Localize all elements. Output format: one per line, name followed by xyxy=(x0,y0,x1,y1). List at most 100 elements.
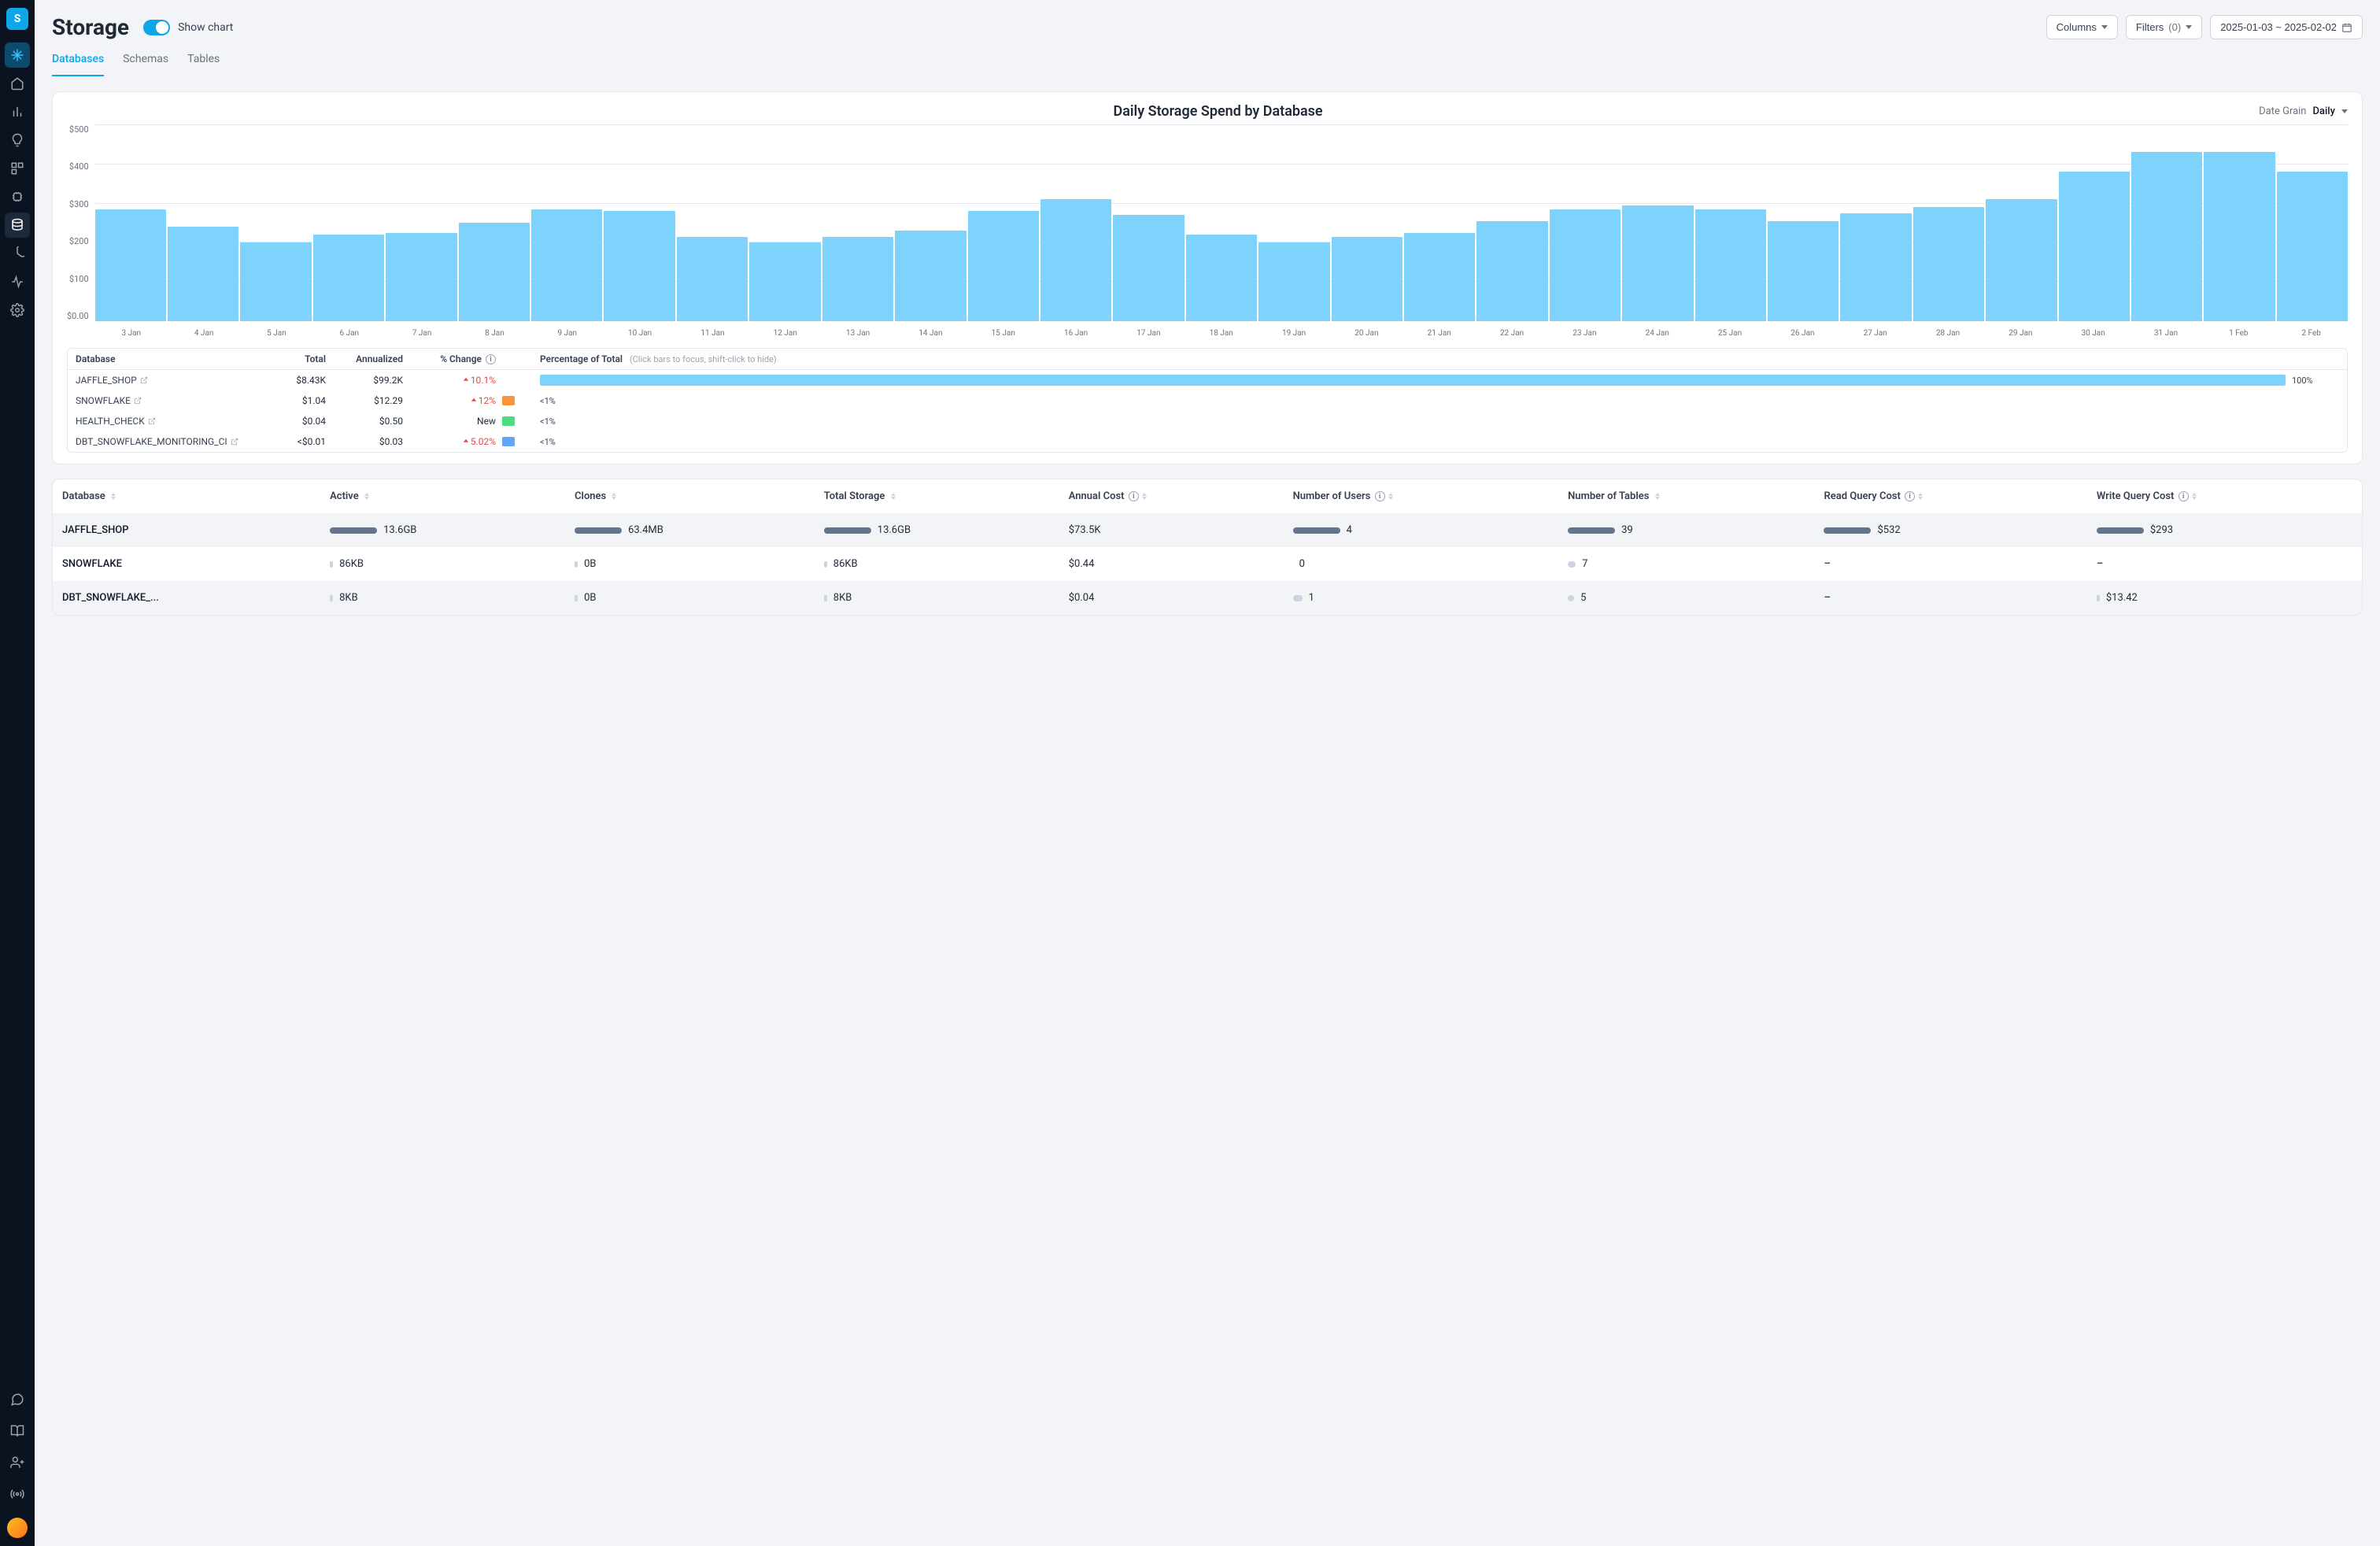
x-tick: 3 Jan xyxy=(95,324,168,345)
table-row[interactable]: DBT_SNOWFLAKE_... 8KB 0B 8KB $0.04 1 5 –… xyxy=(53,581,2362,615)
table-header[interactable]: Write Query Cost i xyxy=(2087,479,2362,513)
chart-bar[interactable] xyxy=(1476,221,1547,322)
chart-bar[interactable] xyxy=(895,231,966,321)
user-avatar[interactable] xyxy=(7,1518,28,1538)
tab-databases[interactable]: Databases xyxy=(52,46,104,76)
info-icon[interactable]: i xyxy=(1905,491,1915,501)
chart-bar[interactable] xyxy=(1332,237,1402,322)
chart-bar[interactable] xyxy=(2131,152,2202,321)
y-tick: $200 xyxy=(69,236,89,246)
nav-activity-icon[interactable] xyxy=(5,269,30,294)
chart-bar[interactable] xyxy=(604,211,674,321)
chart-bar[interactable] xyxy=(822,237,893,322)
nav-home-icon[interactable] xyxy=(5,71,30,96)
show-chart-toggle[interactable] xyxy=(143,20,170,35)
x-tick: 2 Feb xyxy=(2275,324,2347,345)
chart-card: Daily Storage Spend by Database Date Gra… xyxy=(52,91,2363,464)
date-range-text: 2025-01-03 ~ 2025-02-02 xyxy=(2220,21,2337,33)
legend-row[interactable]: HEALTH_CHECK $0.04 $0.50 New <1% xyxy=(68,411,2347,431)
y-tick: $300 xyxy=(69,199,89,209)
legend-row[interactable]: JAFFLE_SHOP $8.43K $99.2K 10.1% 100% xyxy=(68,370,2347,390)
table-header[interactable]: Number of Users i xyxy=(1284,479,1559,513)
tab-tables[interactable]: Tables xyxy=(187,46,220,76)
x-tick: 11 Jan xyxy=(676,324,748,345)
chart-bar[interactable] xyxy=(1840,213,1911,322)
x-tick: 12 Jan xyxy=(749,324,822,345)
info-icon[interactable]: i xyxy=(1375,491,1385,501)
date-range-button[interactable]: 2025-01-03 ~ 2025-02-02 xyxy=(2210,15,2363,39)
x-tick: 18 Jan xyxy=(1185,324,1258,345)
nav-book-icon[interactable] xyxy=(5,1418,30,1444)
sort-icon xyxy=(1142,493,1147,500)
chart-bar[interactable] xyxy=(1622,205,1693,322)
chart-bar[interactable] xyxy=(1404,233,1475,322)
nav-chip-icon[interactable] xyxy=(5,184,30,209)
chevron-down-icon xyxy=(2101,25,2108,29)
table-header[interactable]: Read Query Cost i xyxy=(1814,479,2086,513)
table-header[interactable]: Database xyxy=(53,479,320,513)
x-tick: 13 Jan xyxy=(822,324,894,345)
nav-settings-icon[interactable] xyxy=(5,298,30,323)
info-icon[interactable]: i xyxy=(486,354,496,364)
chart-bar[interactable] xyxy=(1113,215,1184,321)
chart-bar[interactable] xyxy=(1986,199,2057,321)
x-tick: 10 Jan xyxy=(604,324,676,345)
filters-button[interactable]: Filters (0) xyxy=(2126,15,2202,39)
chart-bar[interactable] xyxy=(749,242,820,321)
chart-bar[interactable] xyxy=(968,211,1039,321)
table-row[interactable]: JAFFLE_SHOP 13.6GB 63.4MB 13.6GB $73.5K … xyxy=(53,513,2362,547)
table-row[interactable]: SNOWFLAKE 86KB 0B 86KB $0.44 0 7 – – xyxy=(53,547,2362,581)
chart-bar[interactable] xyxy=(1040,199,1111,321)
nav-chat-icon[interactable] xyxy=(5,1387,30,1412)
x-tick: 24 Jan xyxy=(1621,324,1694,345)
chart-bar[interactable] xyxy=(1186,235,1257,321)
chart-bar[interactable] xyxy=(168,227,238,321)
chart-bar[interactable] xyxy=(1258,242,1329,321)
chart-bar[interactable] xyxy=(1913,207,1984,321)
info-icon[interactable]: i xyxy=(1129,491,1139,501)
sort-icon xyxy=(364,493,369,500)
nav-blocks-icon[interactable] xyxy=(5,156,30,181)
legend-row[interactable]: DBT_SNOWFLAKE_MONITORING_CI <$0.01 $0.03… xyxy=(68,431,2347,452)
chart-bar[interactable] xyxy=(2204,152,2275,321)
table-header[interactable]: Annual Cost i xyxy=(1059,479,1284,513)
chart-bar[interactable] xyxy=(677,237,748,322)
nav-user-add-icon[interactable] xyxy=(5,1450,30,1475)
table-header[interactable]: Clones xyxy=(565,479,815,513)
chevron-down-icon xyxy=(2186,25,2192,29)
chart-bar[interactable] xyxy=(386,233,456,322)
app-logo[interactable]: S xyxy=(6,8,28,30)
nav-pie-icon[interactable] xyxy=(5,241,30,266)
y-tick: $100 xyxy=(69,274,89,284)
table-header[interactable]: Active xyxy=(320,479,565,513)
nav-broadcast-icon[interactable] xyxy=(5,1481,30,1507)
chart-bar[interactable] xyxy=(240,242,311,321)
chart-bar[interactable] xyxy=(95,209,166,322)
chart-bar[interactable] xyxy=(2059,172,2130,321)
nav-bulb-icon[interactable] xyxy=(5,128,30,153)
chart-bar[interactable] xyxy=(2277,172,2348,321)
chart-bar[interactable] xyxy=(1550,209,1621,322)
nav-snowflake-icon[interactable] xyxy=(5,43,30,68)
x-tick: 26 Jan xyxy=(1766,324,1839,345)
chart-bar[interactable] xyxy=(1695,209,1766,322)
x-tick: 20 Jan xyxy=(1330,324,1402,345)
tab-schemas[interactable]: Schemas xyxy=(123,46,168,76)
legend-col-total: Total xyxy=(255,353,326,364)
x-tick: 16 Jan xyxy=(1040,324,1112,345)
table-header[interactable]: Total Storage xyxy=(815,479,1059,513)
data-table: Database Active Clones Total Storage Ann… xyxy=(53,479,2362,615)
legend-row[interactable]: SNOWFLAKE $1.04 $12.29 12% <1% xyxy=(68,390,2347,411)
chart-bar[interactable] xyxy=(1768,221,1839,322)
chart-bar[interactable] xyxy=(459,223,530,321)
columns-button[interactable]: Columns xyxy=(2046,15,2118,39)
chart-plot: 3 Jan4 Jan5 Jan6 Jan7 Jan8 Jan9 Jan10 Ja… xyxy=(95,124,2348,345)
chart-bar[interactable] xyxy=(531,209,602,322)
info-icon[interactable]: i xyxy=(2179,491,2189,501)
date-grain-select[interactable]: Date Grain Daily xyxy=(2259,105,2348,117)
chart-bar[interactable] xyxy=(313,235,384,321)
nav-chart-icon[interactable] xyxy=(5,99,30,124)
sort-icon xyxy=(891,493,896,500)
nav-storage-icon[interactable] xyxy=(5,213,30,238)
table-header[interactable]: Number of Tables xyxy=(1558,479,1814,513)
